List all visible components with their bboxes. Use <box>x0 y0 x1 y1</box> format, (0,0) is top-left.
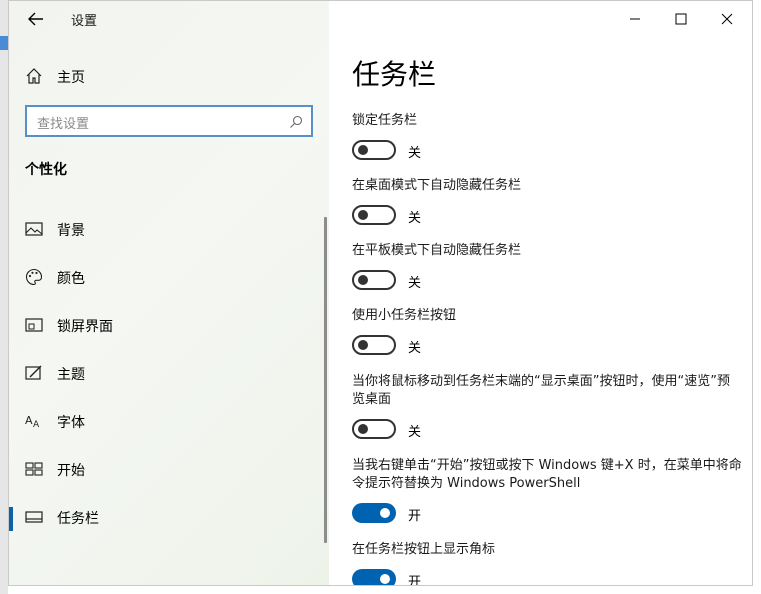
sidebar-item-label: 锁屏界面 <box>57 319 113 335</box>
section-title: 个性化 <box>25 162 67 178</box>
setting-autohide-tablet: 在平板模式下自动隐藏任务栏 关 <box>352 242 742 292</box>
badges-toggle[interactable] <box>352 569 396 585</box>
taskbar-icon <box>25 508 43 526</box>
lock-taskbar-toggle[interactable] <box>352 140 396 160</box>
setting-badges: 在任务栏按钮上显示角标 开 <box>352 541 742 586</box>
active-indicator <box>9 507 13 531</box>
setting-label: 当你将鼠标移动到任务栏末端的“显示桌面”按钮时，使用“速览”预览桌面 <box>352 374 730 407</box>
toggle-state: 关 <box>408 211 422 226</box>
toggle-knob <box>358 210 368 220</box>
toggle-row: 开 <box>352 503 742 525</box>
toggle-row: 开 <box>352 569 742 586</box>
sidebar-item-colors[interactable]: 颜色 <box>9 255 329 303</box>
sidebar-item-label: 任务栏 <box>57 511 99 527</box>
setting-label: 在平板模式下自动隐藏任务栏 <box>352 243 522 258</box>
search-placeholder: 查找设置 <box>37 117 90 132</box>
lock-screen-icon <box>25 316 43 334</box>
search-icon[interactable] <box>289 114 303 128</box>
home-link[interactable]: 主页 <box>9 59 329 95</box>
setting-label: 使用小任务栏按钮 <box>352 308 457 323</box>
font-icon: AA <box>25 412 43 430</box>
toggle-state: 开 <box>408 575 422 586</box>
sidebar-item-lock-screen[interactable]: 锁屏界面 <box>9 303 329 351</box>
start-icon <box>25 460 43 478</box>
setting-label: 在任务栏按钮上显示角标 <box>352 542 496 557</box>
toggle-row: 关 <box>352 205 742 227</box>
setting-small-buttons: 使用小任务栏按钮 关 <box>352 307 742 357</box>
picture-icon <box>25 220 43 238</box>
sidebar-scrollbar[interactable] <box>324 217 327 543</box>
setting-powershell: 当我右键单击“开始”按钮或按下 Windows 键+X 时，在菜单中将命令提示符… <box>352 457 742 525</box>
peek-toggle[interactable] <box>352 419 396 439</box>
toggle-knob <box>358 145 368 155</box>
sidebar-item-label: 开始 <box>57 463 85 479</box>
toggle-row: 关 <box>352 335 742 357</box>
sidebar-item-start[interactable]: 开始 <box>9 447 329 495</box>
home-label: 主页 <box>57 70 85 86</box>
desktop-background <box>0 0 8 594</box>
app-title: 设置 <box>71 14 98 29</box>
toggle-state: 关 <box>408 341 422 356</box>
sidebar-item-fonts[interactable]: AA 字体 <box>9 399 329 447</box>
setting-peek: 当你将鼠标移动到任务栏末端的“显示桌面”按钮时，使用“速览”预览桌面 关 <box>352 373 742 441</box>
toggle-knob <box>380 508 390 518</box>
desktop-window-edge <box>0 36 8 50</box>
toggle-state: 关 <box>408 276 422 291</box>
toggle-row: 关 <box>352 140 742 162</box>
palette-icon <box>25 268 43 286</box>
toggle-state: 开 <box>408 509 422 524</box>
page-title: 任务栏 <box>352 58 437 91</box>
toggle-row: 关 <box>352 270 742 292</box>
sidebar-item-label: 主题 <box>57 367 85 383</box>
autohide-desktop-toggle[interactable] <box>352 205 396 225</box>
powershell-toggle[interactable] <box>352 503 396 523</box>
sidebar-item-themes[interactable]: 主题 <box>9 351 329 399</box>
setting-label: 当我右键单击“开始”按钮或按下 Windows 键+X 时，在菜单中将命令提示符… <box>352 458 742 491</box>
titlebar: 设置 <box>9 1 329 37</box>
toggle-knob <box>380 574 390 584</box>
setting-label: 锁定任务栏 <box>352 113 418 128</box>
small-buttons-toggle[interactable] <box>352 335 396 355</box>
toggle-knob <box>358 424 368 434</box>
sidebar-item-label: 字体 <box>57 415 85 431</box>
sidebar-item-background[interactable]: 背景 <box>9 207 329 255</box>
sidebar-item-taskbar[interactable]: 任务栏 <box>9 495 329 543</box>
toggle-state: 关 <box>408 146 422 161</box>
theme-icon <box>25 364 43 382</box>
svg-text:A: A <box>25 414 33 427</box>
sidebar-nav: 背景 颜色 锁屏界面 主题 A A 字体 开始 任务栏 <box>9 207 329 543</box>
autohide-tablet-toggle[interactable] <box>352 270 396 290</box>
setting-autohide-desktop: 在桌面模式下自动隐藏任务栏 关 <box>352 177 742 227</box>
sidebar: 设置 主页 查找设置 个性化 背景 颜色 锁屏界面 主题 A A 字体 开始 任… <box>9 1 329 585</box>
settings-window: 设置 主页 查找设置 个性化 背景 颜色 锁屏界面 主题 A A 字体 开始 任… <box>8 0 753 586</box>
home-icon <box>25 67 43 85</box>
sidebar-item-label: 颜色 <box>57 271 85 287</box>
setting-label: 在桌面模式下自动隐藏任务栏 <box>352 178 522 193</box>
back-arrow-icon[interactable] <box>25 8 47 30</box>
toggle-knob <box>358 340 368 350</box>
main-content: 任务栏 锁定任务栏 关 在桌面模式下自动隐藏任务栏 关 在平板模式下自动隐藏任务… <box>352 1 742 586</box>
sidebar-item-label: 背景 <box>57 223 85 239</box>
toggle-knob <box>358 275 368 285</box>
search-input[interactable]: 查找设置 <box>25 105 313 137</box>
svg-text:A: A <box>33 420 40 430</box>
setting-lock-taskbar: 锁定任务栏 关 <box>352 112 742 162</box>
toggle-row: 关 <box>352 419 742 441</box>
toggle-state: 关 <box>408 425 422 440</box>
